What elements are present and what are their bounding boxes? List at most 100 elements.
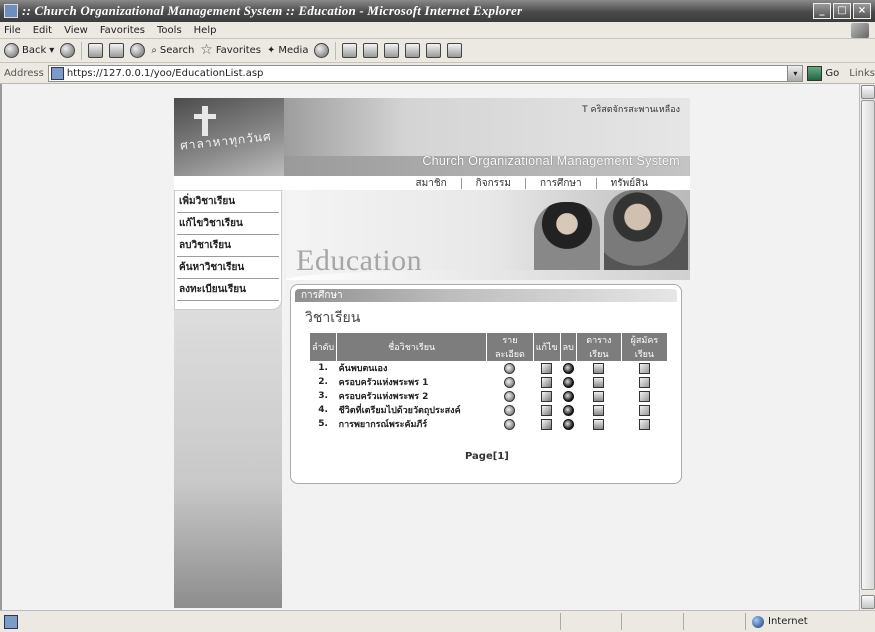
search-icon: ⌕ bbox=[151, 45, 157, 56]
toolbar-separator bbox=[81, 41, 83, 60]
page-status-icon bbox=[4, 614, 18, 629]
left-column: เพิ่มวิชาเรียน แก้ไขวิชาเรียน ลบวิชาเรีย… bbox=[174, 190, 282, 608]
star-icon: ☆ bbox=[200, 42, 213, 58]
nav-divider bbox=[524, 177, 526, 189]
discuss-button[interactable] bbox=[405, 43, 421, 58]
mail-button[interactable] bbox=[342, 43, 358, 58]
messenger-button[interactable] bbox=[447, 43, 463, 58]
maximize-button[interactable]: □ bbox=[833, 3, 851, 19]
panel-tab-label: การศึกษา bbox=[301, 290, 343, 301]
forward-button[interactable] bbox=[60, 43, 76, 58]
history-button[interactable] bbox=[314, 43, 330, 58]
row-no: 5. bbox=[318, 419, 328, 429]
vertical-scrollbar[interactable] bbox=[859, 84, 875, 610]
schedule-icon[interactable] bbox=[593, 376, 605, 388]
back-button[interactable]: Back ▾ bbox=[4, 43, 54, 58]
delete-icon[interactable] bbox=[562, 404, 574, 416]
delete-icon[interactable] bbox=[562, 362, 574, 374]
applicants-icon[interactable] bbox=[638, 404, 650, 416]
address-dropdown-button[interactable]: ▾ bbox=[787, 65, 803, 81]
applicants-icon[interactable] bbox=[638, 376, 650, 388]
scroll-thumb[interactable] bbox=[861, 100, 875, 590]
minimize-button[interactable]: _ bbox=[813, 3, 831, 19]
address-url[interactable]: https://127.0.0.1/yoo/EducationList.asp bbox=[67, 68, 264, 79]
church-photo: ศาลาหาทุกวันศ bbox=[174, 98, 284, 176]
menu-favorites[interactable]: Favorites bbox=[100, 25, 145, 36]
menu-help[interactable]: Help bbox=[194, 25, 217, 36]
print-button[interactable] bbox=[363, 43, 379, 58]
applicants-icon[interactable] bbox=[638, 390, 650, 402]
table-row: 5. การพยากรณ์พระคัมภีร์ bbox=[310, 417, 668, 431]
edit-page-button[interactable] bbox=[384, 43, 400, 58]
detail-icon[interactable] bbox=[504, 376, 516, 388]
nav-assets[interactable]: ทรัพย์สิน bbox=[611, 176, 648, 191]
go-button[interactable]: Go bbox=[807, 65, 840, 81]
delete-icon[interactable] bbox=[562, 418, 574, 430]
pagination[interactable]: Page[1] bbox=[465, 451, 509, 462]
home-button[interactable] bbox=[130, 43, 146, 58]
applicants-icon[interactable] bbox=[638, 362, 650, 374]
delete-icon[interactable] bbox=[562, 376, 574, 388]
refresh-button[interactable] bbox=[109, 43, 125, 58]
detail-icon[interactable] bbox=[504, 404, 516, 416]
header-edit: แก้ไข bbox=[532, 333, 561, 361]
side-menu-add-course[interactable]: เพิ่มวิชาเรียน bbox=[177, 191, 279, 213]
edit-icon[interactable] bbox=[541, 390, 553, 402]
address-input[interactable]: https://127.0.0.1/yoo/EducationList.asp … bbox=[47, 64, 804, 82]
scroll-up-button[interactable] bbox=[861, 85, 875, 99]
menu-file[interactable]: File bbox=[4, 25, 21, 36]
windows-logo-icon bbox=[851, 23, 869, 38]
links-button[interactable]: Links bbox=[849, 68, 875, 79]
back-arrow-icon bbox=[4, 43, 19, 58]
media-icon: ✦ bbox=[267, 45, 276, 56]
media-button[interactable]: ✦ Media bbox=[267, 45, 308, 56]
toolbar-separator bbox=[335, 41, 337, 60]
schedule-icon[interactable] bbox=[593, 404, 605, 416]
edit-icon[interactable] bbox=[541, 404, 553, 416]
schedule-icon[interactable] bbox=[593, 362, 605, 374]
side-menu-delete-course[interactable]: ลบวิชาเรียน bbox=[177, 235, 279, 257]
header-course-name: ชื่อวิชาเรียน bbox=[336, 333, 487, 361]
status-bar: Internet bbox=[0, 610, 875, 632]
research-button[interactable] bbox=[426, 43, 442, 58]
nav-members[interactable]: สมาชิก bbox=[416, 176, 447, 191]
church-name: T คริสตจักรสะพานเหลือง bbox=[582, 105, 680, 115]
row-no: 1. bbox=[318, 363, 328, 373]
nav-activities[interactable]: กิจกรรม bbox=[476, 176, 511, 191]
header-detail: รายละเอียด bbox=[486, 333, 534, 361]
scroll-down-button[interactable] bbox=[861, 595, 875, 609]
edit-icon[interactable] bbox=[541, 376, 553, 388]
nav-education[interactable]: การศึกษา bbox=[540, 176, 582, 191]
side-menu-search-course[interactable]: ค้นหาวิชาเรียน bbox=[177, 257, 279, 279]
close-button[interactable]: × bbox=[853, 3, 871, 19]
site-container: ศาลาหาทุกวันศ T คริสตจักรสะพานเหลือง Chu… bbox=[174, 92, 690, 608]
edit-icon[interactable] bbox=[541, 362, 553, 374]
media-label: Media bbox=[278, 45, 309, 56]
main-nav: สมาชิก กิจกรรม การศึกษา ทรัพย์สิน bbox=[174, 176, 690, 190]
delete-icon[interactable] bbox=[562, 390, 574, 402]
schedule-icon[interactable] bbox=[593, 390, 605, 402]
table-row: 2. ครอบครัวแห่งพระพร 1 bbox=[310, 375, 668, 389]
go-label: Go bbox=[825, 67, 840, 79]
course-name: การพยากรณ์พระคัมภีร์ bbox=[338, 420, 428, 430]
side-menu-edit-course[interactable]: แก้ไขวิชาเรียน bbox=[177, 213, 279, 235]
row-no: 3. bbox=[318, 391, 328, 401]
detail-icon[interactable] bbox=[504, 390, 516, 402]
detail-icon[interactable] bbox=[504, 362, 516, 374]
side-menu-enroll[interactable]: ลงทะเบียนเรียน bbox=[177, 279, 279, 301]
course-table: ลำดับ ชื่อวิชาเรียน รายละเอียด แก้ไข ลบ … bbox=[308, 333, 668, 431]
table-row: 3. ครอบครัวแห่งพระพร 2 bbox=[310, 389, 668, 403]
detail-icon[interactable] bbox=[504, 418, 516, 430]
student-photo-girl bbox=[534, 202, 600, 280]
schedule-icon[interactable] bbox=[593, 418, 605, 430]
edit-icon[interactable] bbox=[541, 418, 553, 430]
globe-icon bbox=[752, 615, 764, 628]
menu-edit[interactable]: Edit bbox=[33, 25, 52, 36]
panel-tab: การศึกษา bbox=[295, 289, 677, 302]
menu-tools[interactable]: Tools bbox=[157, 25, 182, 36]
menu-view[interactable]: View bbox=[64, 25, 88, 36]
search-button[interactable]: ⌕ Search bbox=[151, 45, 194, 56]
stop-button[interactable] bbox=[88, 43, 104, 58]
favorites-button[interactable]: ☆ Favorites bbox=[200, 43, 261, 58]
applicants-icon[interactable] bbox=[638, 418, 650, 430]
